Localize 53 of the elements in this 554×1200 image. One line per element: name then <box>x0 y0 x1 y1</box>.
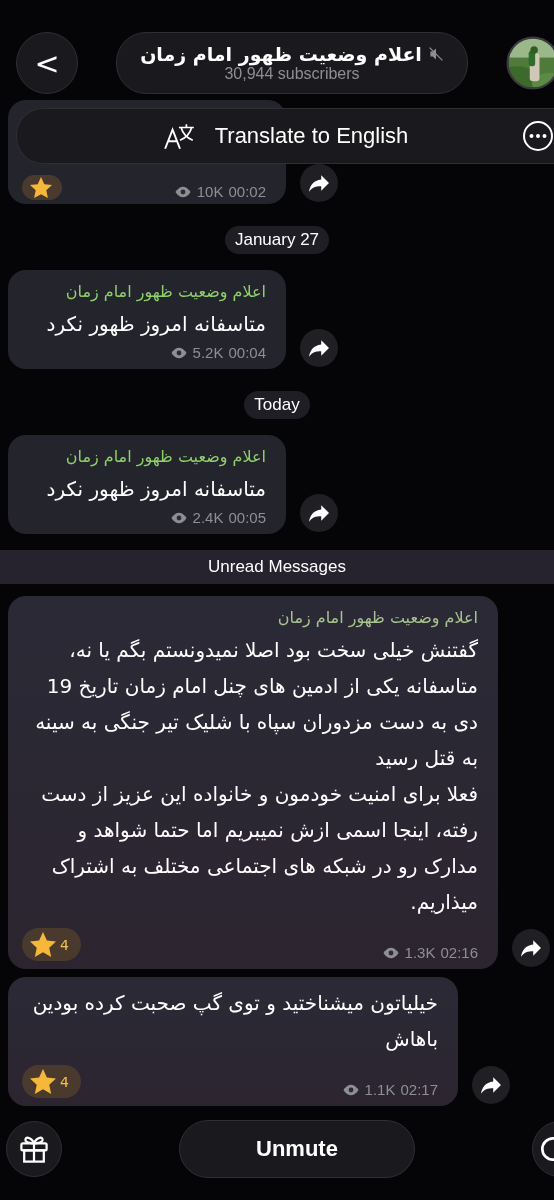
translate-label: Translate to English <box>214 123 409 149</box>
forward-button[interactable] <box>512 929 550 967</box>
view-count: 2.4K <box>192 509 224 526</box>
share-arrow-icon <box>481 1076 501 1094</box>
eye-icon <box>381 946 400 959</box>
view-count: 1.3K <box>404 944 436 961</box>
date-label: Today <box>244 391 310 419</box>
forward-button[interactable] <box>472 1066 510 1104</box>
message-text: گفتنش خیلی سخت بود اصلا نمیدونستم بگم یا نه، متاسفانه یکی از ادمین های چنل امام زمان تاریخ 19 دی به دست مزدوران سپاه با شلیک تیر جنگی به سینه به قتل رسید فعلا برای امنیت خودمون و خانواده این عزیز از دست رفته، اینجا اسمی ازش نمیبریم اما حتما شواهد و مدارک رو در شبکه های اجتماعی مختلف به اشتراک میذاریم. <box>34 637 478 916</box>
subscriber-count: 30,944 subscribers <box>224 65 360 83</box>
gift-icon <box>20 1135 48 1163</box>
unread-label: Unread Messages <box>208 557 346 577</box>
channel-title: اعلام وضعیت ظهور امام زمان <box>140 43 422 65</box>
forward-button[interactable] <box>300 164 338 202</box>
back-button[interactable]: < <box>16 32 78 94</box>
message-time: 02:16 <box>440 944 478 961</box>
message-time: 00:04 <box>228 344 266 361</box>
share-arrow-icon <box>521 939 541 957</box>
message-time: 02:17 <box>400 1081 438 1098</box>
sender-name: اعلام وضعیت ظهور امام زمان <box>64 281 266 304</box>
eye-icon <box>173 185 192 198</box>
eye-icon <box>169 346 188 359</box>
star-icon <box>30 1069 56 1094</box>
forward-button[interactable] <box>300 494 338 532</box>
more-icon[interactable] <box>522 120 554 152</box>
message-text: متاسفانه امروز ظهور نکرد <box>45 476 266 503</box>
star-icon <box>30 177 52 198</box>
gift-button[interactable] <box>6 1121 62 1177</box>
eye-icon <box>341 1083 360 1096</box>
message-time: 00:02 <box>228 183 266 200</box>
date-label: January 27 <box>224 226 330 254</box>
share-arrow-icon <box>309 339 329 357</box>
sender-name: اعلام وضعیت ظهور امام زمان <box>276 607 478 630</box>
view-count: 5.2K <box>192 344 224 361</box>
forward-button[interactable] <box>300 329 338 367</box>
view-count: 1.1K <box>364 1081 396 1098</box>
reaction-count: 4 <box>60 1073 69 1090</box>
star-reaction[interactable]: 4 <box>22 928 81 961</box>
message-text: متاسفانه امروز ظهور نکرد <box>45 311 266 338</box>
view-count: 10K <box>196 183 224 200</box>
star-reaction[interactable]: 4 <box>22 1065 81 1098</box>
translate-bar[interactable]: Translate to English <box>16 108 554 164</box>
unmute-button[interactable]: Unmute <box>179 1120 415 1178</box>
reaction-count: 4 <box>60 936 69 953</box>
share-arrow-icon <box>309 504 329 522</box>
star-icon <box>30 932 56 957</box>
message-time: 00:05 <box>228 509 266 526</box>
share-arrow-icon <box>309 174 329 192</box>
sender-name: اعلام وضعیت ظهور امام زمان <box>64 446 266 469</box>
translate-icon <box>162 121 197 151</box>
eye-icon <box>169 511 188 524</box>
message-text: خیلیاتون میشناختید و توی گپ صحبت کرده بودین باهاش <box>31 990 438 1053</box>
star-reaction[interactable] <box>22 175 62 200</box>
